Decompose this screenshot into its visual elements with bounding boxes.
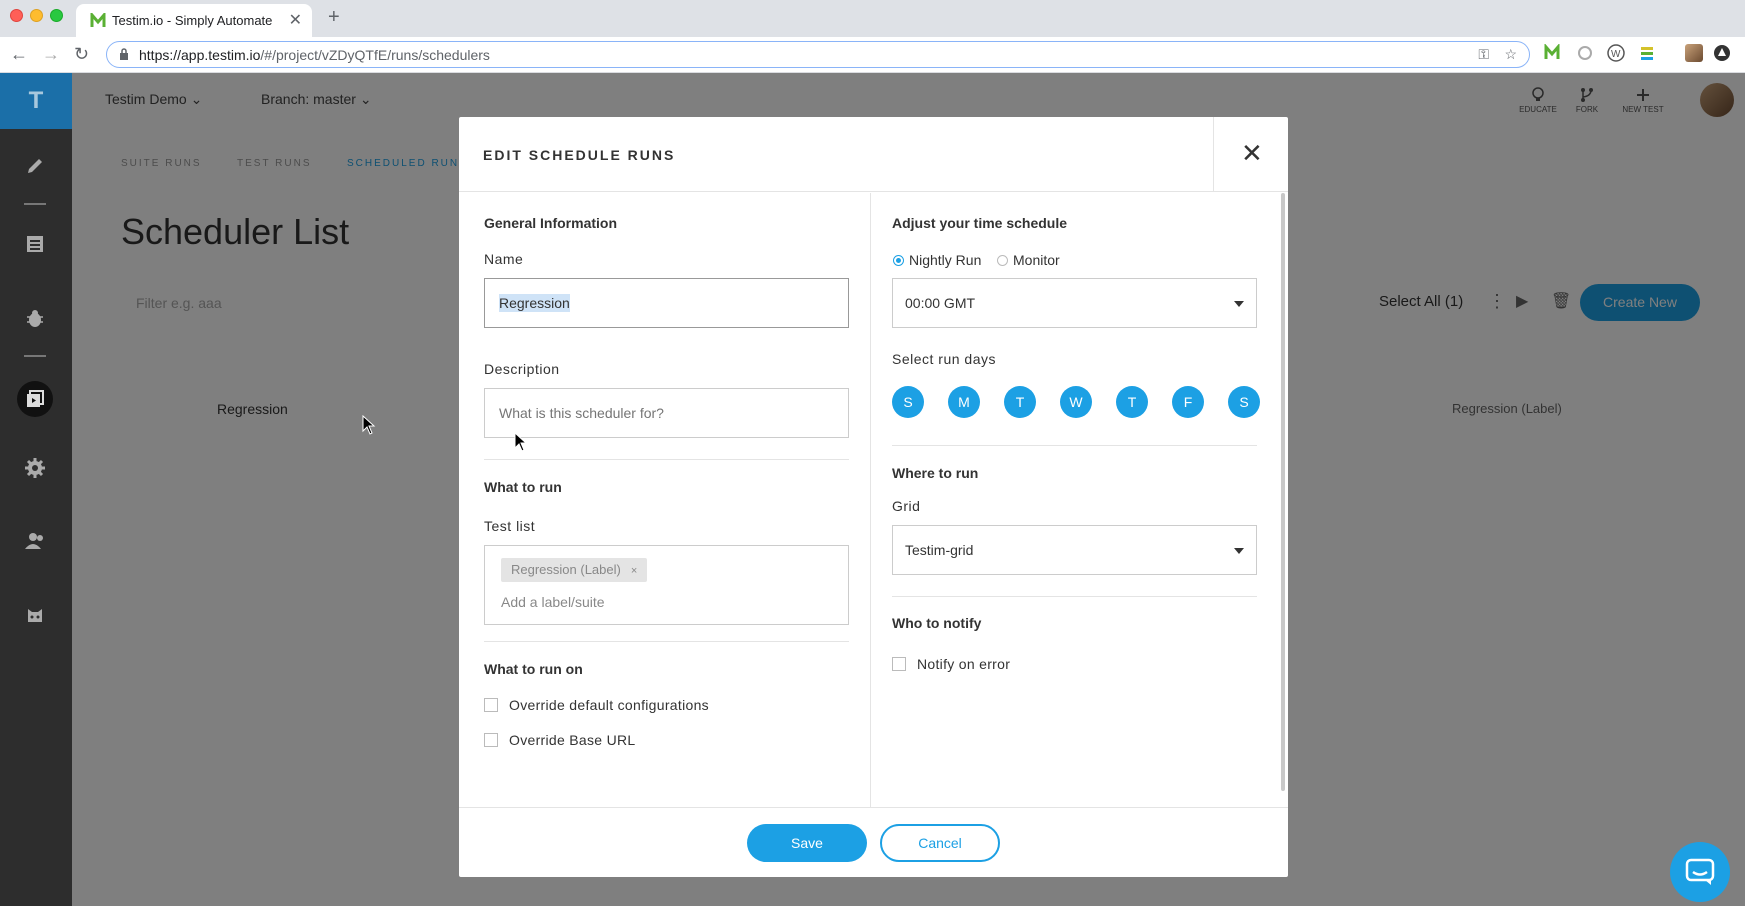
chat-icon bbox=[1685, 858, 1715, 885]
name-label: Name bbox=[484, 251, 524, 267]
sidebar-divider bbox=[24, 355, 46, 357]
day-toggle-tuesday[interactable]: T bbox=[1004, 386, 1036, 418]
modal-close-area: ✕ bbox=[1213, 117, 1288, 192]
testim-logo[interactable]: T bbox=[0, 73, 72, 129]
extension-dark-icon[interactable] bbox=[1713, 44, 1731, 62]
mouse-cursor-icon bbox=[362, 415, 376, 435]
bug-icon[interactable] bbox=[22, 306, 48, 332]
scheduler-runs-icon[interactable] bbox=[17, 381, 53, 417]
what-to-run-on-title: What to run on bbox=[484, 661, 583, 677]
nightly-run-label[interactable]: Nightly Run bbox=[909, 252, 981, 268]
run-days-label: Select run days bbox=[892, 351, 996, 367]
url-path: /#/project/vZDyQTfE/runs/schedulers bbox=[260, 47, 490, 63]
modal-title: EDIT SCHEDULE RUNS bbox=[483, 147, 676, 163]
override-url-checkbox[interactable] bbox=[484, 733, 498, 747]
day-toggle-thursday[interactable]: T bbox=[1116, 386, 1148, 418]
day-toggle-wednesday[interactable]: W bbox=[1060, 386, 1092, 418]
day-toggle-friday[interactable]: F bbox=[1172, 386, 1204, 418]
edit-schedule-modal: EDIT SCHEDULE RUNS ✕ General Information… bbox=[459, 117, 1288, 877]
list-icon[interactable] bbox=[22, 231, 48, 257]
section-divider bbox=[484, 641, 849, 642]
section-divider bbox=[484, 459, 849, 460]
day-toggle-sunday[interactable]: S bbox=[892, 386, 924, 418]
browser-toolbar: ← → ↻ https://app.testim.io/#/project/vZ… bbox=[0, 37, 1745, 73]
label-chip: Regression (Label) × bbox=[501, 558, 648, 582]
cancel-button[interactable]: Cancel bbox=[880, 824, 1000, 862]
window-maximize-button[interactable] bbox=[50, 9, 63, 22]
integrations-icon[interactable] bbox=[22, 603, 48, 629]
time-schedule-title: Adjust your time schedule bbox=[892, 215, 1068, 231]
window-close-button[interactable] bbox=[10, 9, 23, 22]
chip-label: Regression (Label) bbox=[511, 562, 621, 577]
browser-tab[interactable]: Testim.io - Simply Automate ✕ bbox=[76, 4, 312, 37]
grid-select-value: Testim-grid bbox=[905, 542, 974, 558]
day-toggle-monday[interactable]: M bbox=[948, 386, 980, 418]
key-icon[interactable]: ⚿ bbox=[1478, 46, 1489, 63]
test-list-label: Test list bbox=[484, 518, 536, 534]
browser-tab-bar: Testim.io - Simply Automate ✕ + bbox=[0, 0, 1745, 37]
section-divider bbox=[892, 596, 1257, 597]
section-divider bbox=[892, 445, 1257, 446]
sidebar: T bbox=[0, 73, 72, 906]
pencil-icon[interactable] bbox=[22, 153, 48, 179]
forward-arrow-icon[interactable]: → bbox=[42, 44, 60, 65]
description-label: Description bbox=[484, 361, 560, 377]
mouse-cursor-icon bbox=[514, 432, 528, 452]
team-icon[interactable] bbox=[22, 528, 48, 554]
svg-text:W: W bbox=[1611, 49, 1621, 60]
gear-icon[interactable] bbox=[22, 455, 48, 481]
address-bar[interactable]: https://app.testim.io/#/project/vZDyQTfE… bbox=[106, 41, 1530, 68]
close-icon[interactable]: ✕ bbox=[1241, 140, 1263, 166]
time-select-value: 00:00 GMT bbox=[905, 295, 976, 311]
override-config-label[interactable]: Override default configurations bbox=[509, 697, 709, 713]
nightly-run-radio[interactable] bbox=[893, 255, 904, 266]
modal-right-column: Adjust your time schedule Nightly Run Mo… bbox=[871, 193, 1288, 807]
testim-extension-icon[interactable] bbox=[1543, 44, 1561, 62]
description-input[interactable] bbox=[484, 388, 849, 438]
time-select[interactable]: 00:00 GMT bbox=[892, 278, 1257, 328]
monitor-label[interactable]: Monitor bbox=[1013, 252, 1060, 268]
day-toggle-saturday[interactable]: S bbox=[1228, 386, 1260, 418]
reload-icon[interactable]: ↻ bbox=[74, 44, 89, 65]
caret-down-icon bbox=[1234, 548, 1244, 554]
profile-avatar[interactable] bbox=[1685, 44, 1703, 62]
bookmark-star-icon[interactable]: ☆ bbox=[1504, 46, 1517, 63]
extension-w-icon[interactable]: W bbox=[1607, 44, 1625, 62]
chip-remove-icon[interactable]: × bbox=[631, 565, 637, 577]
name-input[interactable]: Regression bbox=[484, 278, 849, 328]
url-text: https://app.testim.io/#/project/vZDyQTfE… bbox=[139, 47, 490, 63]
grid-label: Grid bbox=[892, 498, 921, 514]
sidebar-divider bbox=[24, 203, 46, 205]
name-input-value: Regression bbox=[499, 294, 570, 312]
caret-down-icon bbox=[1234, 301, 1244, 307]
window-minimize-button[interactable] bbox=[30, 9, 43, 22]
modal-header: EDIT SCHEDULE RUNS ✕ bbox=[459, 117, 1288, 192]
test-list-input[interactable]: Regression (Label) × Add a label/suite bbox=[484, 545, 849, 625]
override-url-label[interactable]: Override Base URL bbox=[509, 732, 635, 748]
general-info-title: General Information bbox=[484, 215, 618, 231]
extension-circle-icon[interactable] bbox=[1576, 44, 1594, 62]
new-tab-button[interactable]: + bbox=[328, 6, 340, 29]
add-label-placeholder[interactable]: Add a label/suite bbox=[501, 594, 605, 610]
modal-footer: Save Cancel bbox=[459, 807, 1288, 877]
lock-icon bbox=[120, 48, 128, 60]
back-arrow-icon[interactable]: ← bbox=[10, 44, 28, 65]
modal-left-column: General Information Name Regression Desc… bbox=[459, 193, 871, 807]
grid-select[interactable]: Testim-grid bbox=[892, 525, 1257, 575]
notify-on-error-label[interactable]: Notify on error bbox=[917, 656, 1010, 672]
save-button[interactable]: Save bbox=[747, 824, 867, 862]
notify-on-error-checkbox[interactable] bbox=[892, 657, 906, 671]
url-host: https://app.testim.io bbox=[139, 47, 261, 63]
what-to-run-title: What to run bbox=[484, 479, 562, 495]
who-to-notify-title: Who to notify bbox=[892, 615, 982, 631]
modal-scrollbar[interactable] bbox=[1281, 193, 1285, 791]
testim-favicon-icon bbox=[90, 13, 106, 27]
extension-bars-icon[interactable] bbox=[1638, 44, 1656, 62]
where-to-run-title: Where to run bbox=[892, 465, 979, 481]
tab-title: Testim.io - Simply Automate bbox=[112, 13, 273, 28]
override-config-checkbox[interactable] bbox=[484, 698, 498, 712]
tab-close-icon[interactable]: ✕ bbox=[289, 10, 302, 30]
monitor-radio[interactable] bbox=[997, 255, 1008, 266]
chat-support-button[interactable] bbox=[1670, 842, 1730, 902]
